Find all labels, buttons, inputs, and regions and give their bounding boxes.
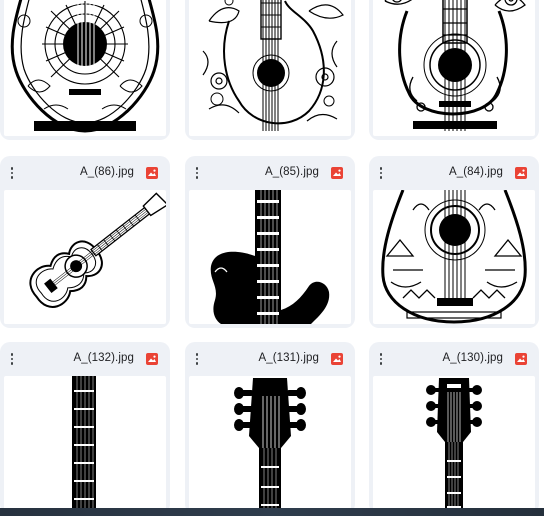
thumbnail-ornate-floral-guitar[interactable] <box>373 0 535 136</box>
file-card[interactable] <box>185 0 355 140</box>
file-name[interactable]: A_(131).jpg <box>258 352 319 364</box>
file-name[interactable]: A_(86).jpg <box>80 166 134 178</box>
file-name[interactable]: A_(85).jpg <box>265 166 319 178</box>
thumbnail-electric-guitar-silhouette[interactable] <box>189 190 351 324</box>
more-options-icon[interactable] <box>191 351 203 367</box>
image-file-icon <box>331 167 343 179</box>
card-header: A_(86).jpg <box>0 156 170 190</box>
image-file-icon <box>146 167 158 179</box>
taskbar-edge <box>0 508 544 516</box>
thumbnail-floral-guitar[interactable] <box>189 0 351 136</box>
more-options-icon[interactable] <box>375 351 387 367</box>
thumbnail-mandala-sun-guitar[interactable] <box>4 0 166 136</box>
file-name[interactable]: A_(132).jpg <box>73 352 134 364</box>
image-file-icon <box>331 353 343 365</box>
file-card[interactable]: A_(130).jpg <box>369 342 539 514</box>
more-options-icon[interactable] <box>191 165 203 181</box>
file-card[interactable] <box>0 0 170 140</box>
thumbnail-acoustic-guitar-outline[interactable] <box>4 190 166 324</box>
card-header: A_(85).jpg <box>185 156 355 190</box>
file-card[interactable]: A_(84).jpg <box>369 156 539 328</box>
file-name[interactable]: A_(84).jpg <box>449 166 503 178</box>
file-card[interactable]: A_(86).jpg <box>0 156 170 328</box>
more-options-icon[interactable] <box>6 165 18 181</box>
card-header: A_(84).jpg <box>369 156 539 190</box>
file-card[interactable]: A_(132).jpg <box>0 342 170 514</box>
thumbnail-guitar-headstock-silhouette[interactable] <box>189 376 351 510</box>
file-card[interactable] <box>369 0 539 140</box>
thumbnail-tribal-pattern-guitar[interactable] <box>373 190 535 324</box>
more-options-icon[interactable] <box>6 351 18 367</box>
file-card[interactable]: A_(85).jpg <box>185 156 355 328</box>
thumbnail-guitar-neck-fretboard[interactable] <box>4 376 166 510</box>
thumbnail-guitar-headstock-tuners[interactable] <box>373 376 535 510</box>
file-card[interactable]: A_(131).jpg <box>185 342 355 514</box>
image-file-icon <box>515 353 527 365</box>
card-header: A_(132).jpg <box>0 342 170 376</box>
file-name[interactable]: A_(130).jpg <box>442 352 503 364</box>
more-options-icon[interactable] <box>375 165 387 181</box>
image-file-icon <box>515 167 527 179</box>
card-header: A_(130).jpg <box>369 342 539 376</box>
card-header: A_(131).jpg <box>185 342 355 376</box>
image-file-icon <box>146 353 158 365</box>
